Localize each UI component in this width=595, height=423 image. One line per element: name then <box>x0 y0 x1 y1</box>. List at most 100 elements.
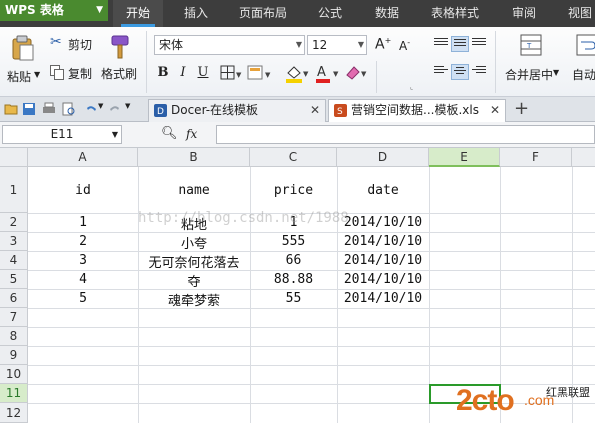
fill-color-icon[interactable]: ▼ <box>284 63 310 83</box>
format-painter-button[interactable]: 格式刷 <box>100 31 140 93</box>
row-header[interactable]: 5 <box>0 270 28 289</box>
row-header[interactable]: 8 <box>0 327 28 346</box>
formula-input[interactable] <box>216 125 595 144</box>
tab-table-style[interactable]: 表格样式 <box>424 0 486 27</box>
table-cell[interactable]: 3 <box>28 253 138 268</box>
clear-format-icon[interactable]: ▼ <box>344 63 370 83</box>
tab-home[interactable]: 开始 <box>113 0 163 27</box>
row-header[interactable]: 12 <box>0 403 28 423</box>
svg-text:D: D <box>157 107 164 117</box>
row-header-selected[interactable]: 11 <box>0 384 28 403</box>
tab-formulas[interactable]: 公式 <box>307 0 353 27</box>
header-cell-date[interactable]: date <box>337 183 429 198</box>
header-cell-price[interactable]: price <box>250 183 337 198</box>
table-cell[interactable]: 2014/10/10 <box>337 215 429 230</box>
column-header[interactable]: F <box>500 148 572 167</box>
merge-center-button[interactable]: T 合并居中 ▼ <box>502 31 560 93</box>
close-icon[interactable]: ✕ <box>310 100 320 121</box>
format-painter-label: 格式刷 <box>101 67 138 81</box>
font-size-select[interactable]: 12 ▼ <box>307 35 367 55</box>
function-icon[interactable]: fx <box>186 127 197 141</box>
chevron-down-icon[interactable]: ▼ <box>125 102 130 110</box>
table-cell[interactable]: 88.88 <box>250 272 337 287</box>
tab-page-layout[interactable]: 页面布局 <box>232 0 294 27</box>
header-cell-name[interactable]: name <box>138 183 250 198</box>
copy-button[interactable]: 复制 <box>50 64 100 84</box>
zoom-lookup-icon[interactable]: 🔍︎ <box>161 126 178 141</box>
row-header[interactable]: 9 <box>0 346 28 365</box>
align-middle-button[interactable] <box>451 36 469 52</box>
doc-tab-docer[interactable]: D Docer-在线模板 ✕ <box>148 99 326 122</box>
table-cell[interactable]: 2014/10/10 <box>337 234 429 249</box>
align-top-button[interactable] <box>432 36 450 52</box>
align-right-button[interactable] <box>470 64 488 80</box>
table-cell[interactable]: 55 <box>250 291 337 306</box>
close-icon[interactable]: ✕ <box>490 100 500 121</box>
paste-button[interactable]: 粘贴 ▼ <box>3 31 43 93</box>
column-header[interactable]: C <box>250 148 337 167</box>
table-cell[interactable]: 1 <box>28 215 138 230</box>
cut-button[interactable]: ✂ 剪切 <box>50 34 100 54</box>
table-cell[interactable]: 2014/10/10 <box>337 272 429 287</box>
align-bottom-button[interactable] <box>470 36 488 52</box>
open-folder-icon[interactable] <box>4 102 18 116</box>
column-header[interactable]: D <box>337 148 429 167</box>
table-cell[interactable]: 小夸 <box>138 233 250 252</box>
table-cell[interactable]: 魂牵梦萦 <box>138 290 250 309</box>
chevron-down-icon[interactable]: ▼ <box>98 102 103 110</box>
select-all-corner[interactable] <box>0 148 28 167</box>
row-header[interactable]: 2 <box>0 213 28 232</box>
row-header[interactable]: 6 <box>0 289 28 308</box>
table-cell[interactable]: 555 <box>250 234 337 249</box>
italic-button[interactable]: I <box>174 64 192 82</box>
table-cell[interactable]: 5 <box>28 291 138 306</box>
svg-text:▼: ▼ <box>361 70 367 78</box>
table-cell[interactable]: 2 <box>28 234 138 249</box>
table-cell[interactable]: 2014/10/10 <box>337 253 429 268</box>
column-header-selected[interactable]: E <box>429 148 500 167</box>
table-cell[interactable]: 无可奈何花落去 <box>132 252 256 271</box>
save-icon[interactable] <box>22 102 36 116</box>
redo-icon[interactable] <box>108 102 122 116</box>
align-center-button[interactable] <box>451 64 469 80</box>
tab-data[interactable]: 数据 <box>363 0 411 27</box>
cell-style-icon[interactable]: ▼ <box>247 65 273 81</box>
column-header[interactable]: A <box>28 148 138 167</box>
header-cell-id[interactable]: id <box>28 183 138 198</box>
paste-dropdown-icon[interactable]: ▼ <box>34 70 40 79</box>
tab-view[interactable]: 视图 <box>558 0 595 27</box>
row-header[interactable]: 7 <box>0 308 28 327</box>
name-box[interactable]: E11 ▼ <box>2 125 122 144</box>
dialog-launcher-icon[interactable]: ⌞ <box>410 83 413 91</box>
tab-review[interactable]: 审阅 <box>502 0 546 27</box>
undo-icon[interactable] <box>84 102 98 116</box>
font-color-icon[interactable]: A ▼ <box>314 63 340 83</box>
row-header[interactable]: 10 <box>0 365 28 384</box>
row-header[interactable]: 1 <box>0 167 28 213</box>
decrease-font-icon[interactable]: A- <box>399 38 410 53</box>
table-cell[interactable]: 4 <box>28 272 138 287</box>
table-cell[interactable]: 2014/10/10 <box>337 291 429 306</box>
row-header[interactable]: 4 <box>0 251 28 270</box>
new-tab-icon[interactable]: + <box>514 98 529 119</box>
print-preview-icon[interactable] <box>62 102 76 116</box>
border-icon[interactable]: ▼ <box>220 65 242 81</box>
increase-font-icon[interactable]: A+ <box>375 36 391 53</box>
table-cell[interactable]: 66 <box>250 253 337 268</box>
column-header[interactable] <box>572 148 595 167</box>
app-menu-button[interactable]: WPS 表格 ▼ <box>0 0 108 21</box>
print-icon[interactable] <box>42 102 56 116</box>
table-cell[interactable]: 夺 <box>138 271 250 290</box>
name-box-value: E11 <box>50 127 74 141</box>
doc-tab-spreadsheet[interactable]: S 营销空间数据...模板.xls ✕ <box>328 99 506 122</box>
auto-wrap-button[interactable]: 自动 <box>568 31 595 93</box>
column-header[interactable]: B <box>138 148 250 167</box>
tab-insert[interactable]: 插入 <box>171 0 221 27</box>
align-left-button[interactable] <box>432 64 450 80</box>
underline-button[interactable]: U <box>194 64 212 82</box>
bold-button[interactable]: B <box>154 64 172 82</box>
svg-text:▼: ▼ <box>303 70 309 78</box>
row-header[interactable]: 3 <box>0 232 28 251</box>
chevron-down-icon: ▼ <box>96 5 103 15</box>
font-name-select[interactable]: 宋体 ▼ <box>154 35 305 55</box>
